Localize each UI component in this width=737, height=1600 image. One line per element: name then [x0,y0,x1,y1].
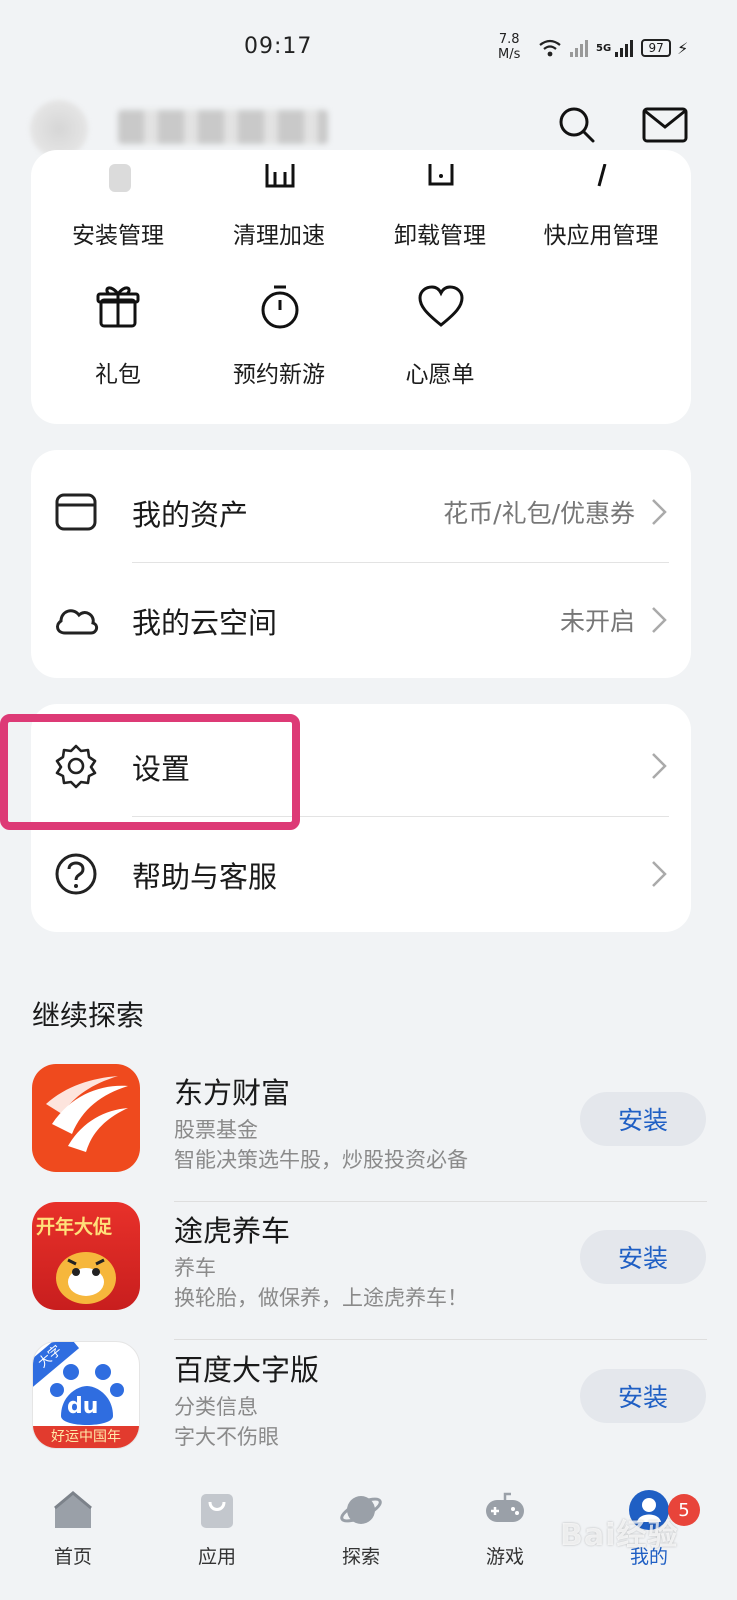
app-name: 途虎养车 [174,1214,291,1248]
quick-app-icon [597,164,607,187]
app-name: 东方财富 [174,1076,291,1110]
battery-level: 97 [648,41,664,55]
speed-unit: M/s [498,47,521,62]
tuhu-app-icon: 开年大促 [32,1202,140,1310]
tool-gift[interactable]: 礼包 [38,355,198,389]
tools-card: 安装管理 清理加速 卸载管理 快应用管理 礼包 预约新游 心愿单 [31,150,691,424]
wallet-icon [55,493,97,531]
tool-quick-app[interactable]: 快应用管理 [521,216,681,250]
chevron-right-icon [652,753,667,779]
clean-icon [265,164,295,188]
speed-value: 7.8 [498,32,520,47]
nav-apps[interactable]: 应用 [167,1488,267,1569]
install-button[interactable]: 安装 [580,1369,706,1423]
nav-label: 游戏 [485,1546,524,1568]
install-button[interactable]: 安装 [580,1092,706,1146]
planet-icon [340,1496,382,1524]
help-label: 帮助与客服 [132,860,278,894]
watermark: Bai经验 [560,1518,679,1553]
network-type: 5G [596,42,612,54]
nav-home[interactable]: 首页 [23,1488,123,1569]
tool-reserve-games[interactable]: 预约新游 [199,355,359,389]
cloud-space-row[interactable]: 我的云空间 未开启 [31,562,691,672]
search-button[interactable] [552,100,602,150]
my-assets-row[interactable]: 我的资产 花币/礼包/优惠券 [31,454,691,564]
baidu-app-icon: 大字 du 好运中国年 [32,1341,140,1449]
chevron-right-icon [652,499,667,525]
cloud-icon [56,609,99,635]
chevron-right-icon [652,861,667,887]
app-description: 智能决策选牛股，炒股投资必备 [174,1148,468,1172]
app-description: 换轮胎，做保养，上途虎养车！ [174,1286,468,1310]
my-assets-label: 我的资产 [132,498,249,532]
nav-games[interactable]: 游戏 [455,1488,555,1569]
app-row-eastmoney[interactable]: 东方财富 股票基金 智能决策选牛股，炒股投资必备 安装 [0,1064,737,1202]
username-blurred[interactable] [118,110,328,144]
stopwatch-icon[interactable] [255,282,305,332]
bag-icon [201,1494,233,1528]
wifi-icon [539,39,561,57]
section-title: 继续探索 [32,999,145,1032]
nav-label: 首页 [53,1546,92,1568]
charging-icon: ⚡ [677,38,689,58]
gift-icon[interactable] [93,282,143,332]
install-button[interactable]: 安装 [580,1230,706,1284]
gamepad-icon [486,1492,524,1522]
app-category: 股票基金 [174,1118,258,1142]
search-icon [559,107,595,143]
network-speed: 7.8 M/s [498,32,520,62]
baidu-icon-banner: 好运中国年 [33,1426,139,1448]
my-assets-value: 花币/礼包/优惠券 [443,499,635,528]
app-name: 百度大字版 [174,1353,320,1387]
cloud-space-value: 未开启 [559,607,635,636]
messages-button[interactable] [640,100,690,150]
nav-explore[interactable]: 探索 [311,1488,411,1569]
mail-icon [642,107,688,143]
baidu-icon-du: du [67,1394,99,1419]
nav-label: 应用 [197,1546,236,1568]
highlight-box [0,714,300,830]
app-category: 分类信息 [174,1395,258,1419]
nav-label: 探索 [341,1546,380,1568]
eastmoney-app-icon [32,1064,140,1172]
install-icon [109,164,131,192]
help-row[interactable]: 帮助与客服 [31,816,691,926]
uninstall-icon [428,164,454,186]
cloud-space-label: 我的云空间 [132,606,278,640]
home-icon [54,1491,92,1528]
app-row-tuhu[interactable]: 开年大促 途虎养车 养车 换轮胎，做保养，上途虎养车！ 安装 [0,1202,737,1340]
app-row-baidu[interactable]: 大字 du 好运中国年 百度大字版 分类信息 字大不伤眼 安装 [0,1341,737,1479]
assets-card: 我的资产 花币/礼包/优惠券 我的云空间 未开启 [31,450,691,678]
tool-uninstall[interactable]: 卸载管理 [360,216,520,250]
help-icon [55,853,97,895]
signal-icon-2 [615,40,634,57]
chevron-right-icon [652,607,667,633]
tool-clean[interactable]: 清理加速 [199,216,359,250]
heart-icon[interactable] [416,282,466,332]
status-time: 09:17 [244,34,313,59]
app-description: 字大不伤眼 [174,1425,279,1449]
app-category: 养车 [174,1256,216,1280]
tool-wishlist[interactable]: 心愿单 [360,355,520,389]
divider [174,1339,707,1340]
battery-icon: 97 [641,39,672,57]
status-icons: 5G 97 ⚡ [538,38,688,58]
signal-icon-1 [570,40,588,57]
tool-install[interactable]: 安装管理 [38,216,198,250]
